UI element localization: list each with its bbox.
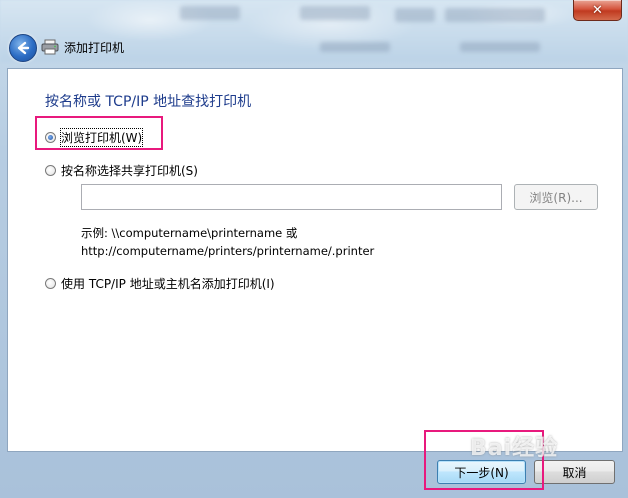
- blurred-taskbar-item: [445, 8, 545, 22]
- example-line-2: http://computername/printers/printername…: [81, 244, 375, 258]
- close-icon: ✕: [592, 2, 603, 18]
- option-tcpip-printer-label: 使用 TCP/IP 地址或主机名添加打印机(I): [61, 277, 275, 291]
- share-printer-input[interactable]: [81, 184, 502, 210]
- example-text: 示例: \\computername\printername 或 http://…: [81, 224, 374, 260]
- watermark-logo: Bai经验: [470, 436, 559, 461]
- add-printer-window: ✕ 添加打印机 按名称或 TCP/IP 地址查找打印机 浏览打印机(W) 按名称…: [0, 0, 628, 498]
- radio-share-printer[interactable]: [45, 165, 56, 176]
- option-share-printer-label: 按名称选择共享打印机(S): [61, 164, 198, 178]
- option-tcpip-printer[interactable]: 使用 TCP/IP 地址或主机名添加打印机(I): [45, 275, 275, 292]
- wizard-content: 按名称或 TCP/IP 地址查找打印机 浏览打印机(W) 按名称选择共享打印机(…: [7, 68, 623, 452]
- radio-tcpip-printer[interactable]: [45, 278, 56, 289]
- close-button[interactable]: ✕: [573, 0, 622, 21]
- blurred-taskbar-item: [180, 6, 240, 20]
- highlight-box-browse: [35, 116, 163, 150]
- printer-icon: [41, 39, 59, 55]
- cancel-button[interactable]: 取消: [534, 460, 615, 484]
- option-share-printer[interactable]: 按名称选择共享打印机(S): [45, 162, 198, 179]
- blurred-taskbar-item: [395, 8, 435, 22]
- back-button[interactable]: [9, 34, 37, 62]
- page-heading: 按名称或 TCP/IP 地址查找打印机: [45, 94, 252, 110]
- blurred-taskbar-item: [300, 6, 370, 20]
- window-title: 添加打印机: [64, 41, 125, 55]
- navigation-bar: 添加打印机: [0, 30, 628, 64]
- browse-button[interactable]: 浏览(R)...: [514, 184, 598, 210]
- back-arrow-icon: [17, 41, 30, 55]
- example-line-1: 示例: \\computername\printername 或: [81, 226, 298, 240]
